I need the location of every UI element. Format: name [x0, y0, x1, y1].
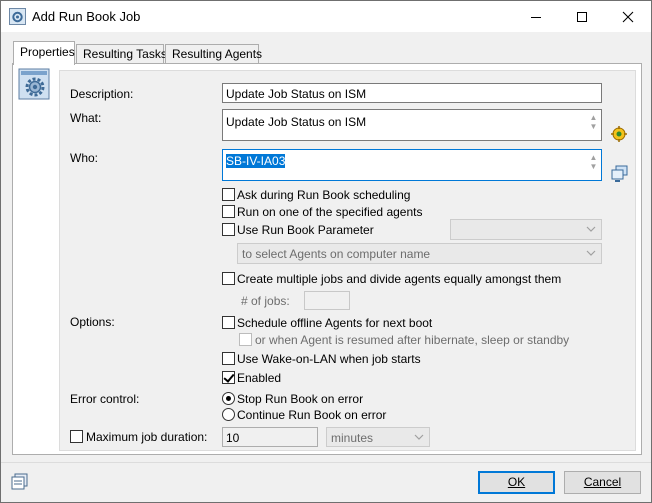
what-value: Update Job Status on ISM	[226, 115, 367, 129]
parameter-select[interactable]	[450, 219, 602, 240]
num-jobs-input[interactable]	[304, 291, 350, 310]
stop-on-error-radio[interactable]	[222, 392, 235, 405]
run-on-one-agent-label[interactable]: Run on one of the specified agents	[237, 205, 422, 219]
title-bar[interactable]: Add Run Book Job	[1, 1, 651, 32]
enabled-checkbox[interactable]	[222, 371, 235, 384]
error-control-label: Error control:	[70, 392, 140, 406]
gear-window-icon	[9, 8, 26, 25]
minimize-button[interactable]	[513, 1, 559, 32]
task-picker-icon[interactable]	[611, 125, 629, 143]
duration-unit-value: minutes	[331, 431, 374, 445]
gear-properties-icon	[18, 68, 50, 100]
enabled-label[interactable]: Enabled	[237, 371, 281, 385]
footer-divider	[1, 462, 651, 463]
chevron-down-icon	[586, 226, 596, 232]
use-parameter-checkbox[interactable]	[222, 223, 235, 236]
wake-on-lan-label[interactable]: Use Wake-on-LAN when job starts	[237, 352, 421, 366]
what-label: What:	[70, 111, 102, 125]
schedule-offline-label[interactable]: Schedule offline Agents for next boot	[237, 316, 432, 330]
who-label: Who:	[70, 151, 99, 165]
close-button[interactable]	[605, 1, 651, 32]
continue-on-error-radio[interactable]	[222, 408, 235, 421]
window-title: Add Run Book Job	[32, 9, 141, 24]
minimize-icon	[531, 16, 541, 18]
who-value: SB-IV-IA03	[226, 154, 286, 168]
stop-on-error-label[interactable]: Stop Run Book on error	[237, 392, 363, 406]
tab-resulting-agents[interactable]: Resulting Agents	[165, 44, 262, 64]
ok-button[interactable]: OK	[478, 471, 555, 494]
ask-during-scheduling-checkbox[interactable]	[222, 188, 235, 201]
close-icon	[622, 11, 634, 22]
wake-on-lan-checkbox[interactable]	[222, 352, 235, 365]
window-list-icon[interactable]	[11, 473, 29, 491]
schedule-offline-checkbox[interactable]	[222, 316, 235, 329]
num-jobs-label: # of jobs:	[241, 294, 290, 308]
select-agents-combo-value: to select Agents on computer name	[242, 247, 431, 261]
max-duration-input[interactable]: 10	[222, 427, 318, 447]
duration-unit-select[interactable]: minutes	[326, 427, 430, 447]
create-multiple-jobs-label[interactable]: Create multiple jobs and divide agents e…	[237, 272, 561, 286]
chevron-down-icon	[414, 434, 424, 440]
who-input[interactable]: SB-IV-IA03 ▲ ▼	[222, 149, 602, 181]
resume-after-hibernate-checkbox[interactable]	[239, 333, 252, 346]
tab-properties[interactable]: Properties	[13, 41, 75, 65]
continue-on-error-label[interactable]: Continue Run Book on error	[237, 408, 386, 422]
cancel-button-label: Cancel	[583, 475, 622, 489]
description-input[interactable]: Update Job Status on ISM	[222, 83, 602, 103]
what-input[interactable]: Update Job Status on ISM ▲ ▼	[222, 109, 602, 141]
chevron-down-icon	[586, 250, 596, 256]
max-duration-label[interactable]: Maximum job duration:	[86, 430, 207, 444]
resume-after-hibernate-label[interactable]: or when Agent is resumed after hibernate…	[255, 333, 569, 347]
options-label: Options:	[70, 315, 115, 329]
ok-button-label: OK	[507, 475, 526, 489]
agents-picker-icon[interactable]	[611, 165, 629, 183]
what-scroll-spinner[interactable]: ▲ ▼	[589, 113, 598, 131]
run-on-one-agent-checkbox[interactable]	[222, 205, 235, 218]
cancel-button[interactable]: Cancel	[564, 471, 641, 494]
ask-during-scheduling-label[interactable]: Ask during Run Book scheduling	[237, 188, 410, 202]
tab-resulting-tasks[interactable]: Resulting Tasks	[76, 44, 167, 64]
max-duration-checkbox[interactable]	[70, 430, 83, 443]
maximize-button[interactable]	[559, 1, 605, 32]
select-agents-combo[interactable]: to select Agents on computer name	[237, 243, 602, 264]
who-scroll-spinner[interactable]: ▲ ▼	[589, 153, 598, 171]
description-label: Description:	[70, 87, 134, 101]
create-multiple-jobs-checkbox[interactable]	[222, 272, 235, 285]
maximize-icon	[577, 11, 587, 22]
use-parameter-label[interactable]: Use Run Book Parameter	[237, 223, 374, 237]
dialog-window: Add Run Book Job Properties Resulting Ta…	[0, 0, 652, 503]
